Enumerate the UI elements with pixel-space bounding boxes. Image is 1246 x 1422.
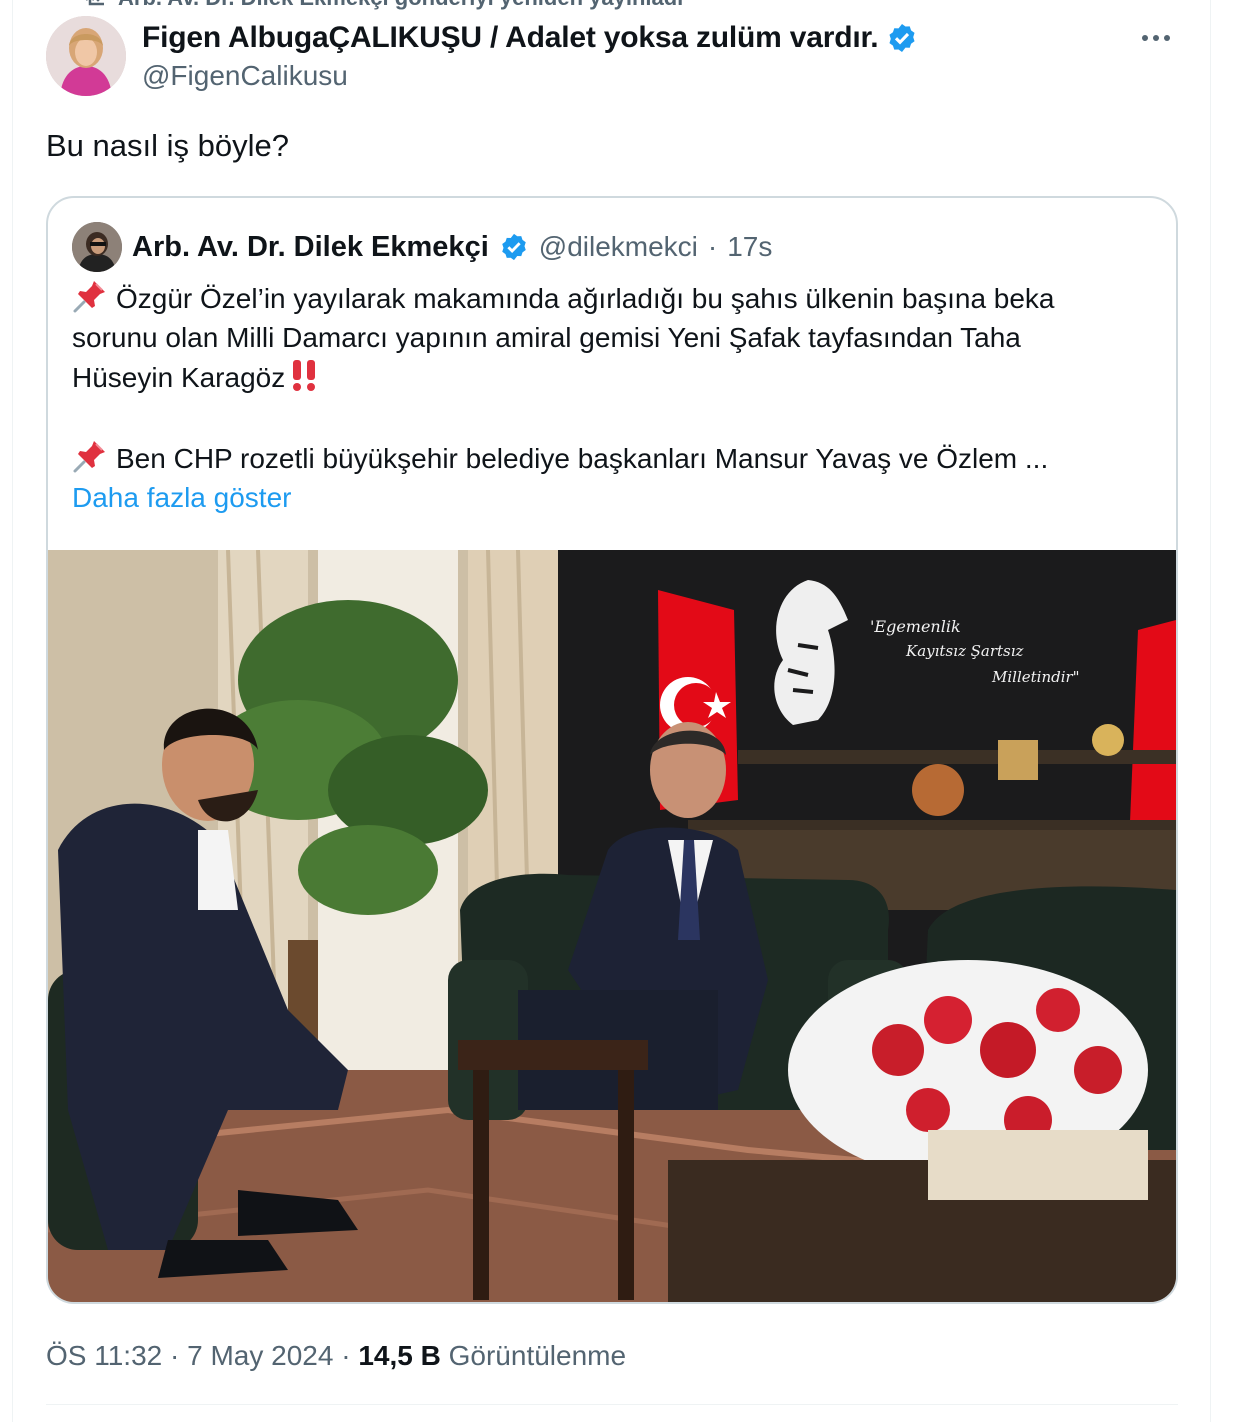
show-more-link[interactable]: Daha fazla göster xyxy=(72,478,1152,518)
tweet-photo[interactable]: 'Egemenlik Kayıtsız Şartsız Milletindir" xyxy=(48,550,1176,1302)
author-avatar[interactable] xyxy=(46,16,126,96)
office-meeting-photo: 'Egemenlik Kayıtsız Şartsız Milletindir" xyxy=(48,550,1176,1302)
quoted-time[interactable]: 17s xyxy=(727,231,772,263)
quoted-line-1: Özgür Özel’in yayılarak makamında ağırla… xyxy=(72,278,1152,318)
quoted-display-name[interactable]: Arb. Av. Dr. Dilek Ekmekçi xyxy=(132,231,489,264)
quoted-tweet[interactable]: Arb. Av. Dr. Dilek Ekmekçi @dilekmekci ·… xyxy=(46,196,1178,1304)
tweet-text: Bu nasıl iş böyle? xyxy=(46,128,289,163)
wall-quote-3: Milletindir" xyxy=(991,668,1080,686)
quoted-line-4: Ben CHP rozetli büyükşehir belediye başk… xyxy=(72,438,1152,478)
tweet-divider xyxy=(46,1404,1178,1405)
verified-badge-icon[interactable] xyxy=(886,22,918,54)
more-horizontal-icon[interactable] xyxy=(1134,24,1178,52)
author-name-row: Figen AlbugaÇALIKUŞU / Adalet yoksa zulü… xyxy=(142,18,918,58)
tweet: Figen AlbugaÇALIKUŞU / Adalet yoksa zulü… xyxy=(46,14,1178,1371)
wall-quote-2: Kayıtsız Şartsız xyxy=(905,642,1024,660)
quoted-author-avatar[interactable] xyxy=(72,222,122,272)
views-label: Görüntülenme xyxy=(448,1340,627,1371)
author-display-name[interactable]: Figen AlbugaÇALIKUŞU / Adalet yoksa zulü… xyxy=(142,21,879,55)
quoted-handle[interactable]: @dilekmekci xyxy=(539,231,698,263)
timeline-border-left xyxy=(12,0,13,1422)
verified-badge-icon[interactable] xyxy=(499,232,529,262)
quoted-line-3: Hüseyin Karagöz xyxy=(72,358,1152,398)
tweet-time[interactable]: ÖS 11:32 xyxy=(46,1340,162,1371)
repost-icon xyxy=(86,0,104,6)
quoted-line-2: sorunu olan Milli Damarcı yapının amiral… xyxy=(72,322,1021,353)
tweet-meta: ÖS 11:32 · 7 May 2024 · 14,5 B Görüntüle… xyxy=(46,1340,627,1371)
views-count: 14,5 B xyxy=(358,1340,441,1371)
double-exclamation-emoji-icon xyxy=(293,360,316,391)
pushpin-emoji-icon xyxy=(73,281,105,313)
author-names: Figen AlbugaÇALIKUŞU / Adalet yoksa zulü… xyxy=(142,18,918,92)
tweet-date[interactable]: 7 May 2024 xyxy=(187,1340,333,1371)
tweet-header: Figen AlbugaÇALIKUŞU / Adalet yoksa zulü… xyxy=(46,14,1178,104)
repost-text: Arb. Av. Dr. Dilek Ekmekçi gönderiyi yen… xyxy=(118,0,683,11)
author-handle[interactable]: @FigenCalikusu xyxy=(142,60,918,92)
wall-quote-1: 'Egemenlik xyxy=(870,617,961,636)
quoted-text: Özgür Özel’in yayılarak makamında ağırla… xyxy=(72,278,1152,518)
timeline-border-right xyxy=(1210,0,1211,1422)
repost-context[interactable]: Arb. Av. Dr. Dilek Ekmekçi gönderiyi yen… xyxy=(80,0,683,10)
quoted-separator: · xyxy=(707,231,718,262)
quoted-blank-line xyxy=(72,398,1152,438)
quoted-header: Arb. Av. Dr. Dilek Ekmekçi @dilekmekci ·… xyxy=(72,222,772,272)
pushpin-emoji-icon xyxy=(73,441,105,473)
